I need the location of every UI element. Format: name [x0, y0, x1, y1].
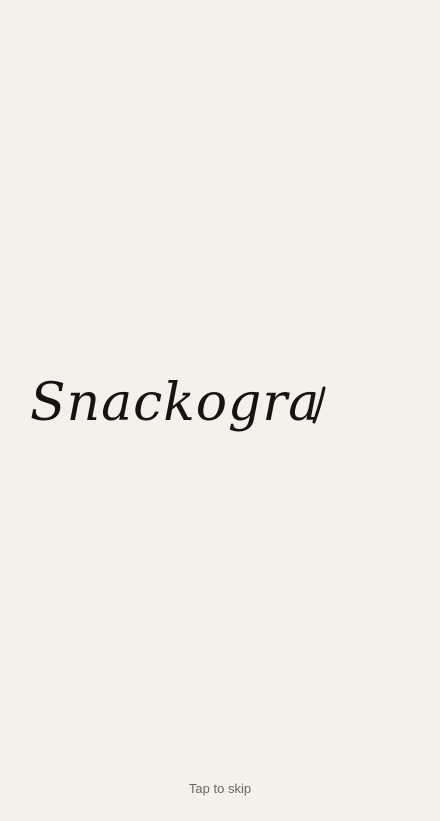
logo-text: Snackogra	[30, 373, 320, 433]
splash-screen[interactable]: Snackogra Tap to skip	[0, 0, 440, 821]
tap-to-skip-button[interactable]: Tap to skip	[0, 781, 440, 796]
app-logo-wordmark: Snackogra	[30, 373, 326, 433]
